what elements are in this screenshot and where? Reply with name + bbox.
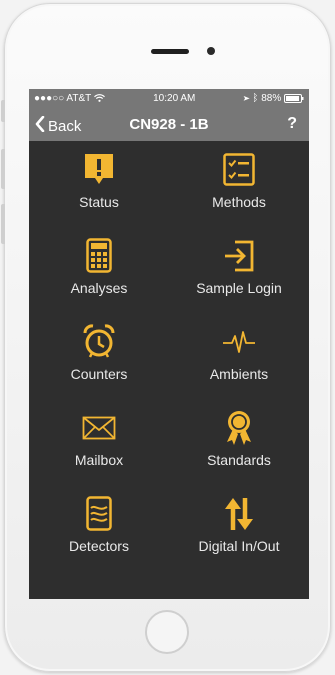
checklist-icon: [222, 151, 256, 189]
exclamation-badge-icon: [82, 151, 116, 189]
envelope-icon: [82, 409, 116, 447]
nav-bar: Back CN928 - 1B ?: [29, 108, 309, 141]
tile-label: Detectors: [69, 538, 129, 554]
status-right: ➤ ᛒ 88%: [244, 93, 304, 104]
wifi-icon: [93, 93, 105, 104]
speaker-grille: [151, 49, 189, 54]
front-camera: [207, 47, 215, 55]
tile-label: Mailbox: [74, 452, 124, 468]
volume-down-button: [1, 204, 5, 244]
tile-digital-in-out[interactable]: Digital In/Out: [169, 495, 309, 581]
tile-label: Standards: [207, 452, 271, 468]
tile-label: Methods: [212, 194, 266, 210]
tile-standards[interactable]: Standards: [169, 409, 309, 495]
tile-label: Digital In/Out: [198, 538, 280, 554]
pulse-icon: [222, 323, 256, 361]
tile-analyses[interactable]: Analyses: [29, 237, 169, 323]
tile-mailbox[interactable]: Mailbox: [29, 409, 169, 495]
app-screen: ●●●○○ AT&T 10:20 AM ➤ ᛒ 88% Back CN928 -…: [29, 89, 309, 599]
tile-label: Analyses: [70, 280, 128, 296]
home-button[interactable]: [145, 610, 189, 654]
tile-label: Ambients: [209, 366, 269, 382]
tile-label: Status: [79, 194, 119, 210]
battery-icon: [284, 93, 304, 104]
back-label: Back: [48, 117, 82, 135]
carrier-signal: ●●●○○ AT&T: [34, 93, 105, 104]
tile-status[interactable]: Status: [29, 151, 169, 237]
volume-up-button: [1, 149, 5, 189]
clock: 10:20 AM: [153, 93, 196, 104]
mute-switch: [1, 100, 5, 122]
bluetooth-icon: ᛒ: [252, 93, 259, 104]
award-ribbon-icon: [222, 409, 256, 447]
chevron-left-icon: [35, 115, 45, 136]
status-bar: ●●●○○ AT&T 10:20 AM ➤ ᛒ 88%: [29, 89, 309, 108]
alarm-clock-icon: [82, 323, 116, 361]
back-button[interactable]: Back: [35, 115, 82, 136]
tile-label: Counters: [70, 366, 128, 382]
help-button[interactable]: ?: [287, 115, 297, 133]
detector-card-icon: [82, 495, 116, 533]
tile-ambients[interactable]: Ambients: [169, 323, 309, 409]
login-arrow-icon: [222, 237, 256, 275]
swap-arrows-icon: [222, 495, 256, 533]
menu-grid: Status Methods Analyses Sample Login Cou: [29, 141, 309, 581]
battery-percent: 88%: [261, 93, 282, 104]
tile-label: Sample Login: [196, 280, 282, 296]
tile-detectors[interactable]: Detectors: [29, 495, 169, 581]
tile-methods[interactable]: Methods: [169, 151, 309, 237]
tile-sample-login[interactable]: Sample Login: [169, 237, 309, 323]
location-icon: ➤: [243, 93, 250, 104]
tile-counters[interactable]: Counters: [29, 323, 169, 409]
carrier-label: ●●●○○ AT&T: [34, 93, 92, 104]
calculator-icon: [82, 237, 116, 275]
